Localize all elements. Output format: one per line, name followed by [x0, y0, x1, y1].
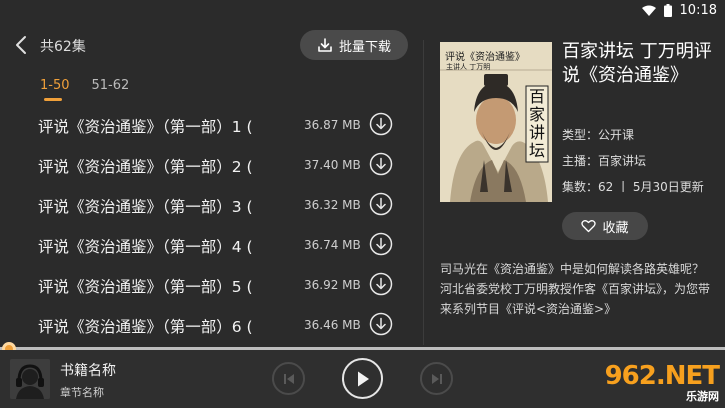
pane-divider — [423, 40, 424, 345]
wifi-icon — [641, 5, 656, 16]
episode-list: 评说《资治通鉴》（第一部）1 ( 36.87 MB 评说《资治通鉴》（第一部）2… — [0, 107, 420, 347]
download-icon[interactable] — [369, 272, 393, 296]
download-icon[interactable] — [369, 152, 393, 176]
tab-label: 1-50 — [40, 78, 70, 93]
cover-title: 评说《资治通鉴》 — [445, 52, 525, 63]
episode-row-2[interactable]: 评说《资治通鉴》（第一部）2 ( 37.40 MB — [0, 147, 420, 187]
previous-button[interactable] — [272, 362, 305, 395]
episode-size: 37.40 MB — [304, 158, 361, 172]
episode-count: 共62集 — [40, 39, 86, 55]
play-button[interactable] — [342, 358, 383, 399]
episode-title: 评说《资治通鉴》（第一部）1 ( — [38, 118, 253, 136]
episode-row-5[interactable]: 评说《资治通鉴》（第一部）5 ( 36.92 MB — [0, 267, 420, 307]
next-button[interactable] — [420, 362, 453, 395]
batch-download-label: 批量下载 — [338, 39, 391, 55]
collect-label: 收藏 — [602, 220, 629, 236]
status-bar: 10:18 — [0, 0, 725, 22]
download-icon[interactable] — [369, 232, 393, 256]
skip-previous-icon — [283, 373, 294, 384]
episode-size: 36.74 MB — [304, 238, 361, 252]
episode-list-pane: 共62集 批量下载 1-50 51-62 评说《资治通鉴》（第一部）1 ( 36… — [0, 22, 420, 347]
download-icon[interactable] — [369, 312, 393, 336]
episode-title: 评说《资治通鉴》（第一部）3 ( — [38, 198, 253, 216]
episode-row-6[interactable]: 评说《资治通鉴》（第一部）6 ( 36.46 MB — [0, 307, 420, 347]
now-playing-cover — [10, 359, 50, 399]
episode-row-1[interactable]: 评说《资治通鉴》（第一部）1 ( 36.87 MB — [0, 107, 420, 147]
status-time: 10:18 — [679, 3, 717, 18]
book-episodes-updated: 集数：62 丨 5月30日更新 — [562, 180, 704, 194]
heart-icon — [581, 220, 597, 233]
play-icon — [357, 371, 369, 386]
back-arrow-icon[interactable] — [12, 34, 32, 56]
cover-series: 百家讲坛 — [528, 87, 545, 160]
now-playing-chapter-name: 章节名称 — [60, 386, 104, 399]
now-playing-book-name: 书籍名称 — [60, 363, 116, 379]
list-header: 共62集 批量下载 — [0, 30, 420, 60]
episode-size: 36.32 MB — [304, 198, 361, 212]
cover-author: 主讲人 丁万明 — [446, 63, 491, 71]
download-icon[interactable] — [369, 192, 393, 216]
mini-player: 书籍名称 章节名称 962.NET 乐游网 — [0, 350, 725, 408]
battery-icon — [663, 4, 672, 17]
episode-size: 36.46 MB — [304, 318, 361, 332]
skip-next-icon — [431, 373, 442, 384]
episode-row-4[interactable]: 评说《资治通鉴》（第一部）4 ( 36.74 MB — [0, 227, 420, 267]
download-tray-icon — [318, 38, 332, 52]
range-tabs: 1-50 51-62 — [40, 78, 129, 101]
book-detail-pane: 评说《资治通鉴》 主讲人 丁万明 百家讲坛 百家讲坛 丁万明评说《资治通鉴》 类… — [440, 22, 720, 347]
episode-title: 评说《资治通鉴》（第一部）2 ( — [38, 158, 253, 176]
book-host: 主播：百家讲坛 — [562, 154, 647, 168]
headphones-avatar-icon — [10, 359, 50, 399]
tab-51-62[interactable]: 51-62 — [92, 78, 130, 101]
episode-row-3[interactable]: 评说《资治通鉴》（第一部）3 ( 36.32 MB — [0, 187, 420, 227]
book-cover: 评说《资治通鉴》 主讲人 丁万明 百家讲坛 — [440, 42, 552, 202]
download-icon[interactable] — [369, 112, 393, 136]
book-type: 类型：公开课 — [562, 128, 635, 142]
episode-size: 36.87 MB — [304, 118, 361, 132]
book-title: 百家讲坛 丁万明评说《资治通鉴》 — [562, 41, 712, 86]
status-icons: 10:18 — [641, 3, 717, 18]
active-tab-indicator — [44, 98, 62, 101]
tab-label: 51-62 — [91, 78, 130, 93]
collect-button[interactable]: 收藏 — [562, 212, 648, 240]
episode-title: 评说《资治通鉴》（第一部）5 ( — [38, 278, 253, 296]
episode-title: 评说《资治通鉴》（第一部）6 ( — [38, 318, 253, 336]
watermark-logo-text: 962.NET — [604, 361, 720, 391]
site-watermark: 962.NET 乐游网 — [604, 361, 720, 404]
book-description: 司马光在《资治通鉴》中是如何解读各路英雄呢？ 河北省委党校丁万明教授作客《百家讲… — [440, 262, 711, 316]
episode-size: 36.92 MB — [304, 278, 361, 292]
batch-download-button[interactable]: 批量下载 — [300, 30, 408, 60]
tab-1-50[interactable]: 1-50 — [40, 78, 70, 101]
episode-title: 评说《资治通鉴》（第一部）4 ( — [38, 238, 253, 256]
